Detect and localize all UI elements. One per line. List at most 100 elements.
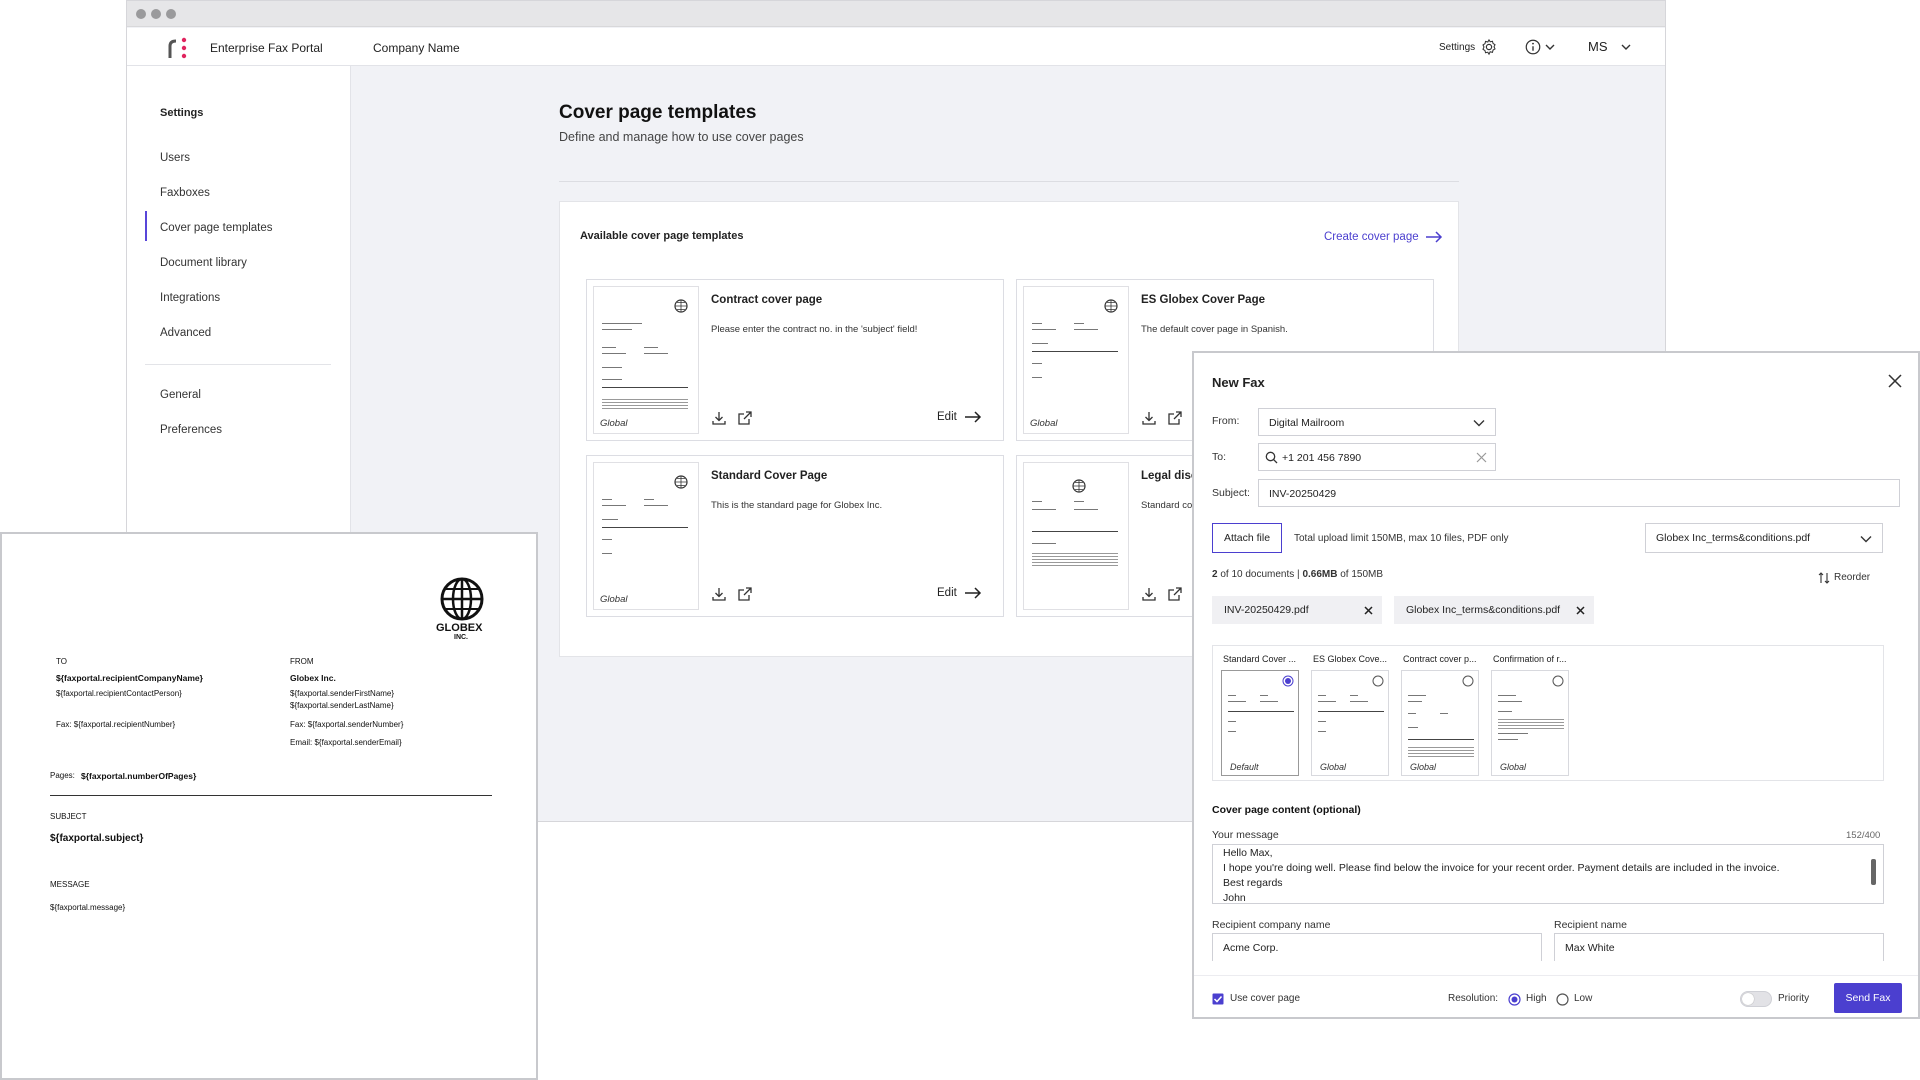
company-name: Company Name <box>373 41 460 55</box>
template-option[interactable]: Contract cover p... Global <box>1397 654 1481 776</box>
radio-low[interactable] <box>1556 993 1569 1006</box>
template-option-preview[interactable]: Global <box>1491 670 1569 776</box>
user-avatar[interactable]: MS <box>1588 39 1608 54</box>
recipient-contact: ${faxportal.recipientContactPerson} <box>56 689 182 698</box>
sender-last-name: ${faxportal.senderLastName} <box>290 701 394 710</box>
template-thumbnail[interactable]: Global <box>1023 286 1129 434</box>
to-input[interactable]: +1 201 456 7890 <box>1258 443 1496 471</box>
from-label: From: <box>1212 415 1240 427</box>
sender-first-name: ${faxportal.senderFirstName} <box>290 689 395 698</box>
from-select[interactable]: Digital Mailroom <box>1258 408 1496 436</box>
download-icon[interactable] <box>1141 586 1157 602</box>
radio-icon[interactable] <box>1462 675 1474 687</box>
page-title: Cover page templates <box>559 102 757 123</box>
template-option[interactable]: Standard Cover ... Default <box>1217 654 1301 776</box>
message-textarea[interactable]: Hello Max, I hope you're doing well. Ple… <box>1212 844 1884 904</box>
search-icon <box>1265 451 1278 464</box>
subject-input[interactable]: INV-20250429 <box>1258 479 1900 507</box>
sidebar-item-cover-page-templates[interactable]: Cover page templates <box>160 222 273 234</box>
from-label: FROM <box>290 657 314 666</box>
sidebar-item-faxboxes[interactable]: Faxboxes <box>160 187 210 199</box>
message-line: Best regards <box>1223 877 1283 889</box>
template-option-preview[interactable]: Default <box>1221 670 1299 776</box>
preview-divider <box>50 795 492 796</box>
remove-icon[interactable] <box>1576 606 1585 615</box>
arrow-right-icon[interactable] <box>964 586 982 600</box>
external-link-icon[interactable] <box>737 410 753 426</box>
radio-high-selected[interactable] <box>1508 993 1521 1006</box>
recipient-fax: Fax: ${faxportal.recipientNumber} <box>56 720 176 729</box>
sidebar-item-advanced[interactable]: Advanced <box>160 327 211 339</box>
sidebar-item-integrations[interactable]: Integrations <box>160 292 220 304</box>
subject-value: INV-20250429 <box>1269 488 1337 500</box>
template-option-title: Standard Cover ... <box>1223 654 1297 664</box>
gear-icon[interactable] <box>1480 38 1498 56</box>
chevron-down-icon[interactable] <box>1545 43 1555 51</box>
reorder-button[interactable]: Reorder <box>1834 572 1870 583</box>
external-link-icon[interactable] <box>1167 586 1183 602</box>
sidebar-item-preferences[interactable]: Preferences <box>160 424 222 436</box>
download-icon[interactable] <box>711 586 727 602</box>
sidebar-item-users[interactable]: Users <box>160 152 190 164</box>
external-link-icon[interactable] <box>1167 410 1183 426</box>
external-link-icon[interactable] <box>737 586 753 602</box>
template-card[interactable]: Global Standard Cover Page This is the s… <box>586 455 1004 617</box>
template-option-preview[interactable]: Global <box>1401 670 1479 776</box>
message-scrollbar[interactable] <box>1871 859 1876 885</box>
arrow-right-icon[interactable] <box>964 410 982 424</box>
template-thumbnail[interactable]: Global <box>593 286 699 434</box>
template-thumbnail[interactable]: Global <box>593 462 699 610</box>
page-subtitle: Define and manage how to use cover pages <box>559 130 804 144</box>
template-option[interactable]: Confirmation of r... Global <box>1487 654 1571 776</box>
create-cover-page-link[interactable]: Create cover page <box>1324 231 1419 243</box>
template-thumbnail[interactable] <box>1023 462 1129 610</box>
recipient-name-label: Recipient name <box>1554 919 1627 931</box>
template-option-preview[interactable]: Global <box>1311 670 1389 776</box>
chevron-down-icon[interactable] <box>1621 43 1631 51</box>
sidebar-item-document-library[interactable]: Document library <box>160 257 247 269</box>
attachment-chip[interactable]: Globex Inc_terms&conditions.pdf <box>1394 596 1594 624</box>
dialog-title: New Fax <box>1212 375 1265 390</box>
remove-icon[interactable] <box>1364 606 1373 615</box>
to-label: TO <box>56 657 67 666</box>
template-description: Please enter the contract no. in the 'su… <box>711 324 918 335</box>
settings-link[interactable]: Settings <box>1439 42 1475 53</box>
attachment-chip[interactable]: INV-20250429.pdf <box>1212 596 1382 624</box>
download-icon[interactable] <box>1141 410 1157 426</box>
window-dot[interactable] <box>166 9 176 19</box>
message-label: MESSAGE <box>50 880 90 889</box>
send-fax-button[interactable]: Send Fax <box>1834 983 1902 1013</box>
template-card[interactable]: Global Contract cover page Please enter … <box>586 279 1004 441</box>
subject-label: SUBJECT <box>50 812 87 821</box>
reorder-icon[interactable] <box>1818 572 1830 584</box>
arrow-right-icon[interactable] <box>1425 230 1443 244</box>
attach-file-button[interactable]: Attach file <box>1212 523 1282 553</box>
use-cover-checkbox[interactable] <box>1212 993 1224 1005</box>
close-icon[interactable] <box>1886 372 1904 390</box>
recipient-company-input[interactable]: Acme Corp. <box>1212 933 1542 961</box>
window-dot[interactable] <box>151 9 161 19</box>
priority-toggle[interactable] <box>1740 991 1772 1007</box>
recipient-name-input[interactable]: Max White <box>1554 933 1884 961</box>
info-icon[interactable] <box>1524 38 1542 56</box>
clear-icon[interactable] <box>1476 452 1487 463</box>
message-line: John <box>1223 892 1246 903</box>
new-fax-dialog: New Fax From: Digital Mailroom To: +1 20… <box>1192 351 1920 1019</box>
globe-icon <box>1072 479 1086 493</box>
radio-icon[interactable] <box>1372 675 1384 687</box>
docs-size: 0.66MB <box>1302 569 1338 580</box>
app-logo-icon[interactable] <box>167 36 189 60</box>
download-icon[interactable] <box>711 410 727 426</box>
sidebar-item-general[interactable]: General <box>160 389 201 401</box>
template-option-tag: Global <box>1500 762 1527 772</box>
file-select[interactable]: Globex Inc_terms&conditions.pdf <box>1645 523 1883 553</box>
edit-button[interactable]: Edit <box>937 411 957 423</box>
chevron-down-icon <box>1860 536 1872 543</box>
template-option[interactable]: ES Globex Cove... Global <box>1307 654 1391 776</box>
edit-button[interactable]: Edit <box>937 587 957 599</box>
sidebar-divider <box>145 364 331 365</box>
radio-icon[interactable] <box>1552 675 1564 687</box>
selected-radio-icon[interactable] <box>1282 675 1294 687</box>
message-line: I hope you're doing well. Please find be… <box>1223 862 1780 874</box>
window-dot[interactable] <box>136 9 146 19</box>
